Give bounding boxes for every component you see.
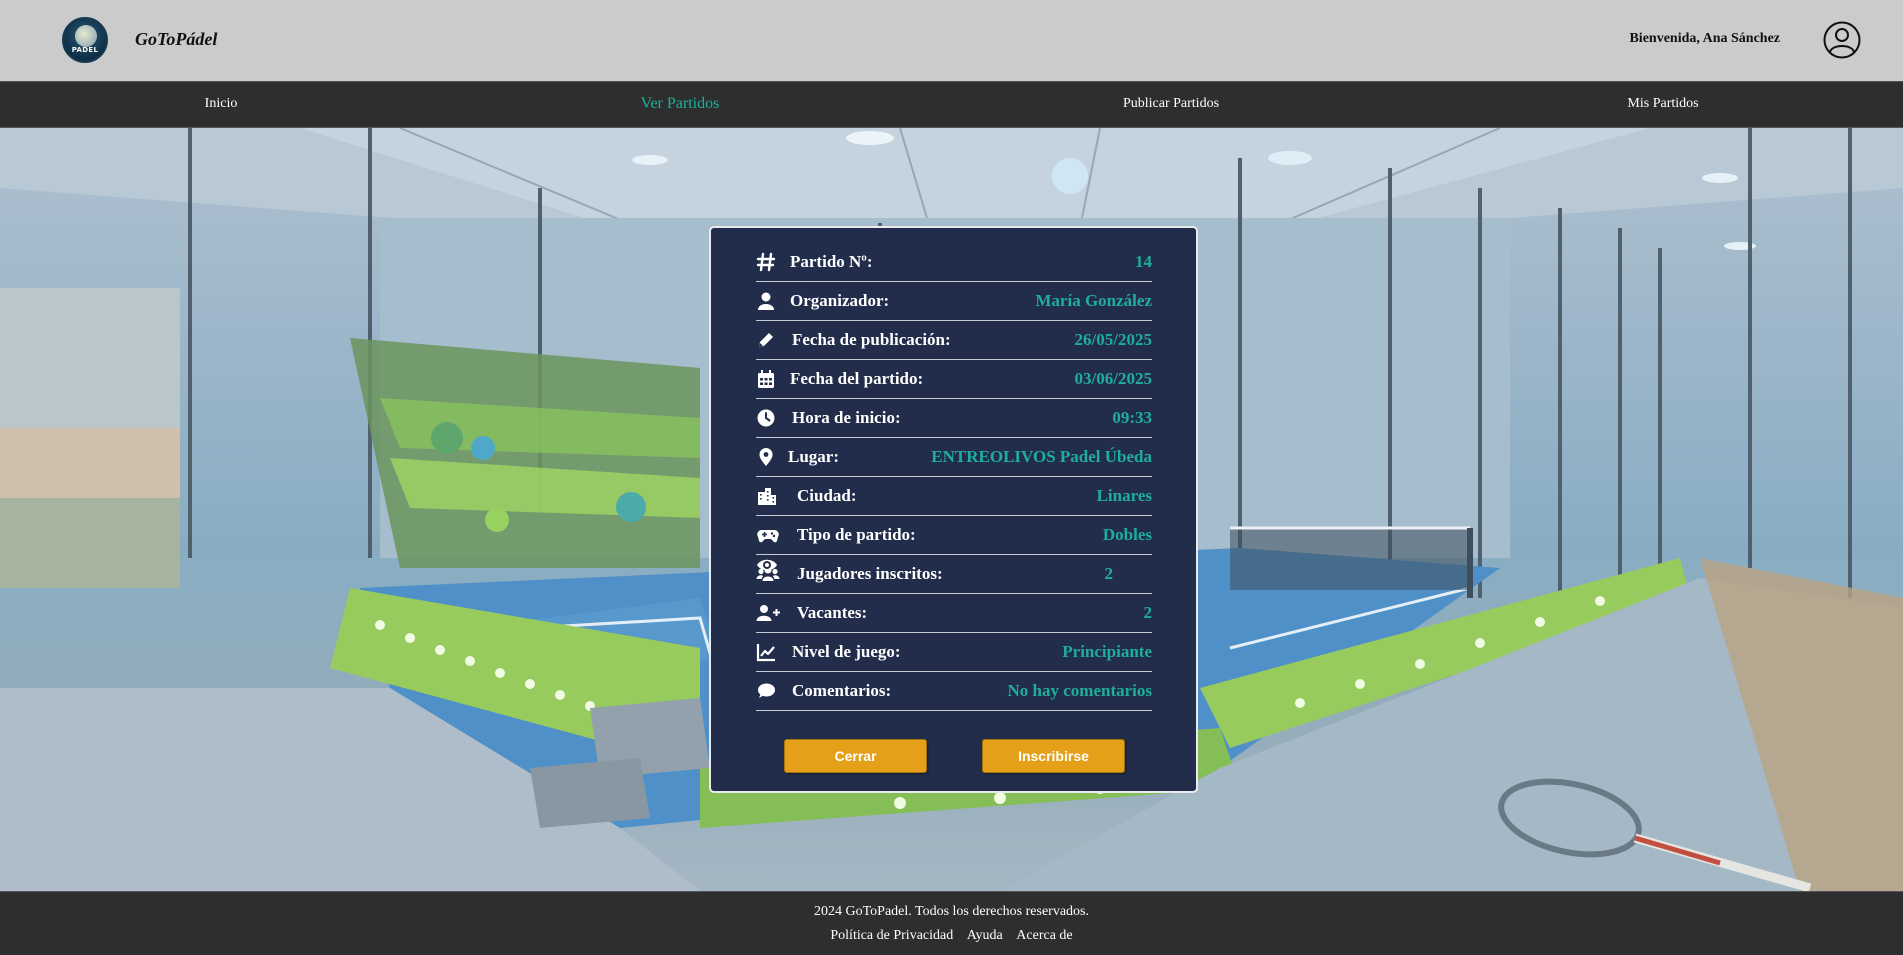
label-match-number: Partido Nº: [790, 252, 873, 271]
user-icon [758, 292, 774, 310]
value-vacancies: 2 [1143, 603, 1153, 622]
value-start-time: 09:33 [1112, 408, 1152, 427]
value-location: ENTREOLIVOS Padel Úbeda [931, 447, 1152, 466]
clock-icon [757, 409, 775, 427]
label-publication-date: Fecha de publicación: [792, 330, 951, 349]
value-publication-date: 26/05/2025 [1074, 330, 1152, 349]
row-registered-players: Jugadores inscritos: 2 [756, 555, 1152, 594]
chart-line-icon [756, 644, 775, 662]
label-match-type: Tipo de partido: [797, 525, 916, 544]
value-match-number: 14 [1135, 252, 1152, 271]
value-skill-level: Principiante [1062, 642, 1152, 661]
value-comments: No hay comentarios [1007, 681, 1152, 700]
row-match-type: Tipo de partido: Dobles [756, 516, 1152, 555]
footer: 2024 GoToPadel. Todos los derechos reser… [0, 891, 1903, 955]
calendar-icon [758, 370, 774, 388]
label-comments: Comentarios: [792, 681, 892, 700]
user-circle-icon[interactable] [1823, 21, 1861, 59]
label-start-time: Hora de inicio: [792, 408, 901, 427]
value-organizer: María González [1035, 291, 1152, 310]
value-registered-players: 2 [1104, 564, 1114, 583]
top-header: PADEL GoToPádel Bienvenida, Ana Sánchez [0, 0, 1903, 81]
comment-icon [758, 683, 775, 698]
row-start-time: Hora de inicio: 09:33 [756, 399, 1152, 438]
map-pin-icon [759, 448, 773, 466]
eye-icon[interactable] [756, 555, 778, 575]
row-location: Lugar: ENTREOLIVOS Padel Úbeda [756, 438, 1152, 477]
row-publication-date: Fecha de publicación: 26/05/2025 [756, 321, 1152, 360]
row-vacancies: Vacantes: 2 [756, 594, 1152, 633]
label-location: Lugar: [788, 447, 839, 466]
close-button[interactable]: Cerrar [784, 739, 927, 773]
match-details-modal: Partido Nº: 14 Organizador: María Gonzál… [709, 226, 1198, 793]
join-button[interactable]: Inscribirse [982, 739, 1125, 773]
pencil-icon [759, 333, 773, 347]
logo[interactable]: PADEL [62, 17, 108, 63]
privacy-policy-link[interactable]: Política de Privacidad [830, 928, 953, 943]
help-link[interactable]: Ayuda [967, 928, 1003, 943]
row-organizer: Organizador: María González [756, 282, 1152, 321]
label-match-date: Fecha del partido: [790, 369, 924, 388]
value-match-type: Dobles [1102, 525, 1152, 544]
nav-item-publicar-partidos[interactable]: Publicar Partidos [1123, 96, 1219, 112]
ball-graphic [75, 25, 97, 47]
row-match-date: Fecha del partido: 03/06/2025 [756, 360, 1152, 399]
label-organizer: Organizador: [790, 291, 890, 310]
label-vacancies: Vacantes: [797, 603, 868, 622]
main-nav: Inicio Ver Partidos Publicar Partidos Mi… [0, 81, 1903, 128]
hash-icon [756, 252, 776, 272]
nav-item-inicio[interactable]: Inicio [205, 96, 238, 112]
value-match-date: 03/06/2025 [1074, 369, 1152, 388]
brand-name: GoToPádel [135, 29, 218, 49]
hero-background: Partido Nº: 14 Organizador: María Gonzál… [0, 128, 1903, 891]
city-icon [758, 488, 776, 505]
value-city: Linares [1096, 486, 1152, 505]
row-skill-level: Nivel de juego: Principiante [756, 633, 1152, 672]
nav-item-mis-partidos[interactable]: Mis Partidos [1627, 96, 1698, 112]
label-city: Ciudad: [797, 486, 857, 505]
label-registered-players: Jugadores inscritos: [797, 564, 943, 583]
footer-links: Política de Privacidad Ayuda Acerca de [0, 928, 1903, 944]
row-match-number: Partido Nº: 14 [756, 243, 1152, 282]
about-link[interactable]: Acerca de [1016, 928, 1072, 943]
user-plus-icon [756, 605, 780, 621]
nav-item-ver-partidos[interactable]: Ver Partidos [641, 95, 720, 113]
row-comments: Comentarios: No hay comentarios [756, 672, 1152, 711]
logo-text: PADEL [71, 46, 99, 54]
row-city: Ciudad: Linares [756, 477, 1152, 516]
welcome-text: Bienvenida, Ana Sánchez [1629, 31, 1780, 46]
copyright-text: 2024 GoToPadel. Todos los derechos reser… [813, 904, 1089, 919]
label-skill-level: Nivel de juego: [792, 642, 901, 661]
gamepad-icon [757, 529, 779, 543]
